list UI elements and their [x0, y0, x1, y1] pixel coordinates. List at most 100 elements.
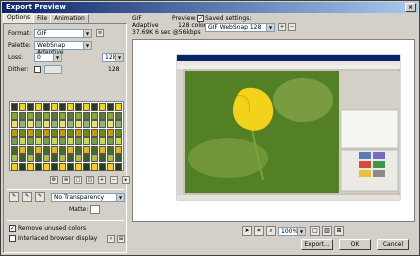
tab-animation[interactable]: Animation: [50, 14, 89, 23]
palette-swatch[interactable]: [34, 111, 43, 120]
palette-swatch[interactable]: [106, 111, 115, 120]
dither-checkbox[interactable]: [34, 66, 41, 73]
palette-swatch[interactable]: [74, 137, 83, 145]
edit-color-icon[interactable]: ⚙: [50, 176, 58, 184]
palette-swatch[interactable]: [42, 128, 51, 137]
palette-swatch[interactable]: [74, 120, 83, 128]
palette-swatch[interactable]: [114, 145, 122, 154]
palette-swatch[interactable]: [18, 154, 27, 162]
palette-swatch[interactable]: [50, 103, 59, 111]
palette-swatch[interactable]: [114, 120, 122, 128]
palette-select[interactable]: WebSnap Adaptive ▼: [34, 41, 92, 56]
close-button[interactable]: ×: [405, 3, 416, 12]
palette-swatch[interactable]: [82, 103, 91, 111]
matte-color-swatch[interactable]: [90, 205, 100, 214]
palette-swatch[interactable]: [58, 128, 67, 137]
ok-button[interactable]: OK: [339, 239, 371, 250]
palette-swatch[interactable]: [42, 154, 51, 162]
palette-swatch[interactable]: [42, 111, 51, 120]
palette-swatch[interactable]: [58, 137, 67, 145]
palette-swatch[interactable]: [18, 120, 27, 128]
palette-swatch[interactable]: [106, 120, 115, 128]
palette-swatch[interactable]: [98, 145, 107, 154]
palette-swatch[interactable]: [106, 145, 115, 154]
palette-swatch[interactable]: [90, 162, 99, 171]
palette-swatch[interactable]: [106, 137, 115, 145]
palette-swatch[interactable]: [26, 162, 35, 171]
palette-swatch[interactable]: [11, 162, 19, 171]
palette-swatch[interactable]: [50, 137, 59, 145]
palette-swatch[interactable]: [114, 111, 122, 120]
lock-color-icon[interactable]: ⊕: [62, 176, 70, 184]
palette-swatch[interactable]: [114, 103, 122, 111]
palette-swatch[interactable]: [90, 145, 99, 154]
palette-swatch[interactable]: [50, 154, 59, 162]
palette-swatch[interactable]: [114, 137, 122, 145]
palette-swatch[interactable]: [82, 120, 91, 128]
split-view-4-icon[interactable]: ⊞: [334, 226, 344, 236]
palette-swatch[interactable]: [74, 162, 83, 171]
zoom-tool-icon[interactable]: ⌕: [266, 226, 276, 236]
delete-preset-icon[interactable]: −: [288, 23, 296, 31]
palette-swatch[interactable]: [66, 103, 75, 111]
color-palette[interactable]: [9, 101, 124, 171]
palette-swatch[interactable]: [82, 154, 91, 162]
palette-swatch[interactable]: [11, 137, 19, 145]
palette-swatch[interactable]: [66, 154, 75, 162]
palette-swatch[interactable]: [42, 137, 51, 145]
optimize-wizard-icon[interactable]: ✧: [107, 235, 115, 243]
palette-swatch[interactable]: [50, 111, 59, 120]
palette-swatch[interactable]: [66, 162, 75, 171]
palette-swatch[interactable]: [114, 162, 122, 171]
palette-swatch[interactable]: [98, 111, 107, 120]
colors-select[interactable]: 128 ▼: [102, 53, 124, 62]
palette-swatch[interactable]: [11, 154, 19, 162]
palette-swatch[interactable]: [26, 145, 35, 154]
palette-swatch[interactable]: [106, 128, 115, 137]
palette-swatch[interactable]: [98, 137, 107, 145]
dither-amount[interactable]: [44, 65, 62, 74]
transparent-icon[interactable]: ◫: [86, 176, 94, 184]
format-select[interactable]: GIF ▼: [34, 29, 92, 38]
palette-swatch[interactable]: [114, 128, 122, 137]
palette-swatch[interactable]: [50, 120, 59, 128]
remove-unused-checkbox[interactable]: ✓: [9, 225, 16, 232]
palette-swatch[interactable]: [11, 128, 19, 137]
palette-swatch[interactable]: [82, 145, 91, 154]
palette-swatch[interactable]: [58, 120, 67, 128]
palette-swatch[interactable]: [42, 145, 51, 154]
add-transparency-icon[interactable]: ✎: [22, 192, 32, 202]
palette-swatch[interactable]: [18, 103, 27, 111]
palette-swatch[interactable]: [98, 154, 107, 162]
palette-swatch[interactable]: [34, 120, 43, 128]
palette-swatch[interactable]: [58, 145, 67, 154]
palette-swatch[interactable]: [98, 162, 107, 171]
interlaced-checkbox[interactable]: [9, 235, 16, 242]
palette-swatch[interactable]: [90, 111, 99, 120]
add-color-icon[interactable]: +: [98, 176, 106, 184]
palette-swatch[interactable]: [58, 162, 67, 171]
palette-swatch[interactable]: [26, 128, 35, 137]
palette-swatch[interactable]: [26, 111, 35, 120]
palette-swatch[interactable]: [50, 145, 59, 154]
palette-swatch[interactable]: [90, 128, 99, 137]
palette-swatch[interactable]: [90, 137, 99, 145]
palette-swatch[interactable]: [11, 120, 19, 128]
palette-swatch[interactable]: [11, 111, 19, 120]
palette-swatch[interactable]: [26, 120, 35, 128]
pointer-tool-icon[interactable]: ➤: [242, 226, 252, 236]
format-options-icon[interactable]: ≡: [96, 29, 104, 37]
palette-swatch[interactable]: [42, 162, 51, 171]
palette-swatch[interactable]: [50, 162, 59, 171]
palette-swatch[interactable]: [98, 120, 107, 128]
zoom-select[interactable]: 100% ▼: [278, 227, 306, 236]
palette-swatch[interactable]: [58, 103, 67, 111]
palette-swatch[interactable]: [106, 154, 115, 162]
palette-swatch[interactable]: [98, 128, 107, 137]
split-view-2-icon[interactable]: ▥: [322, 226, 332, 236]
palette-swatch[interactable]: [26, 137, 35, 145]
palette-swatch[interactable]: [18, 162, 27, 171]
palette-swatch[interactable]: [58, 111, 67, 120]
image-preview[interactable]: [132, 39, 415, 222]
palette-swatch[interactable]: [18, 145, 27, 154]
